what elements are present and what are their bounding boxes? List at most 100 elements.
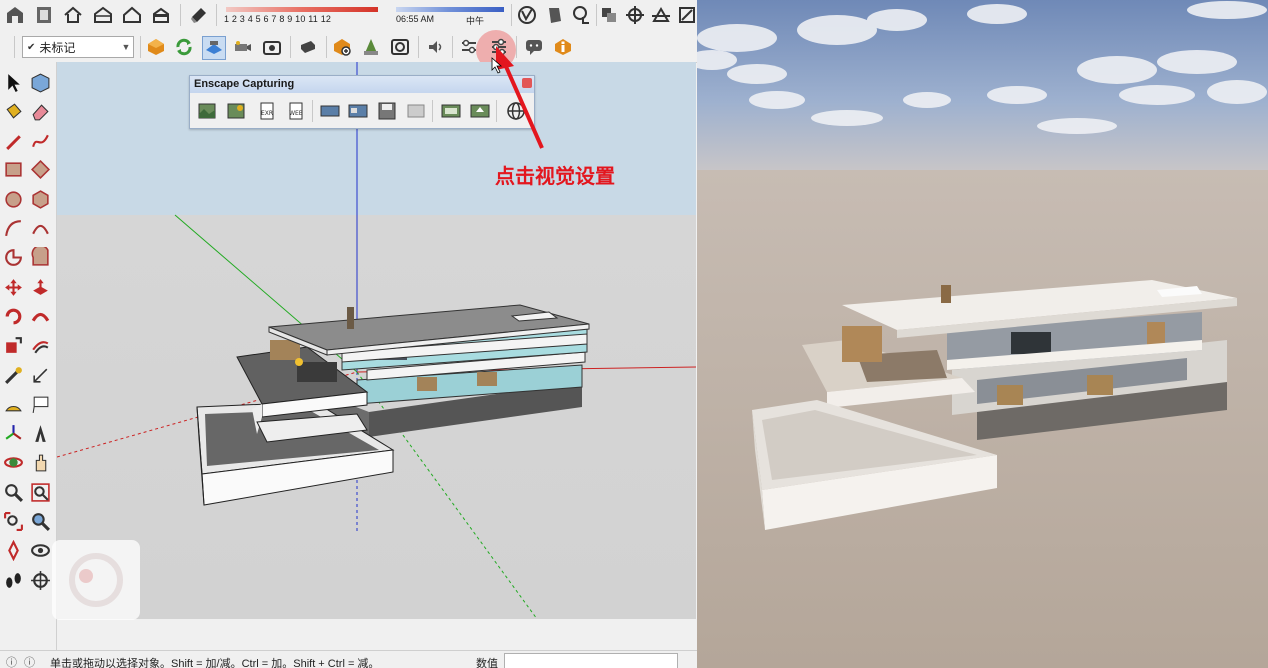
move-icon[interactable] — [1, 275, 25, 299]
validate-icon[interactable] — [516, 4, 538, 26]
toolbar-separator — [418, 36, 419, 58]
follow-me-icon[interactable] — [28, 304, 52, 328]
shadow-month-labels: 1 2 3 4 5 6 7 8 9 10 11 12 — [224, 14, 332, 24]
house-side-icon[interactable] — [150, 4, 172, 26]
enscape-asset-library-icon[interactable] — [331, 36, 353, 58]
pie-icon[interactable] — [1, 246, 25, 270]
toolbar-separator — [312, 100, 313, 122]
warehouse-icon[interactable] — [4, 4, 26, 26]
house-outline-icon[interactable] — [121, 4, 143, 26]
tape-measure-icon[interactable] — [1, 363, 25, 387]
rectangle-icon[interactable] — [1, 158, 25, 182]
enscape-material-icon[interactable] — [360, 36, 382, 58]
pan-icon[interactable] — [28, 451, 52, 475]
enscape-render-window[interactable] — [697, 0, 1268, 668]
freehand-icon[interactable] — [28, 129, 52, 153]
model-viewport[interactable] — [57, 62, 696, 619]
offset-icon[interactable] — [28, 334, 52, 358]
section-display-icon[interactable] — [676, 4, 697, 26]
toolbar-separator — [216, 4, 217, 26]
save-view-icon[interactable] — [376, 100, 398, 122]
shadow-month-track[interactable] — [226, 7, 378, 12]
zoom-icon[interactable] — [1, 480, 25, 504]
shadow-time-mid: 中午 — [466, 16, 485, 26]
batch-render-icon[interactable] — [225, 100, 247, 122]
rotated-rectangle-icon[interactable] — [28, 158, 52, 182]
enscape-screenshot-icon[interactable] — [261, 36, 283, 58]
extension-warehouse-icon[interactable] — [33, 4, 55, 26]
panorama-gallery-icon[interactable] — [440, 100, 462, 122]
dimension-icon[interactable] — [28, 363, 52, 387]
export-web-icon[interactable]: WEB — [285, 100, 307, 122]
toolbar-separator — [180, 4, 181, 26]
enscape-sync-views-icon[interactable] — [202, 36, 226, 60]
3d-text-icon[interactable] — [28, 422, 52, 446]
section-fill-icon[interactable] — [650, 4, 672, 26]
panorama-stereo-icon[interactable] — [347, 100, 369, 122]
tool-palette — [0, 62, 57, 650]
enscape-video-icon[interactable] — [297, 36, 319, 58]
house-front-icon[interactable] — [92, 4, 114, 26]
watermark-logo — [52, 540, 140, 620]
eraser-icon[interactable] — [28, 99, 52, 123]
checkmark-icon: ✔ — [27, 41, 36, 53]
shadow-month-slider[interactable]: 1 2 3 4 5 6 7 8 9 10 11 12 — [222, 4, 382, 28]
polygon-icon[interactable] — [28, 187, 52, 211]
chevron-down-icon: ▼ — [121, 42, 131, 52]
sketchup-model-drawing — [57, 62, 696, 619]
export-exr-icon[interactable]: EXR — [256, 100, 278, 122]
rendered-scene — [697, 0, 1268, 668]
zoom-window-icon[interactable] — [28, 480, 52, 504]
solid-inspector-icon[interactable] — [544, 4, 566, 26]
enscape-camera-icon[interactable] — [231, 36, 253, 58]
annotation-text: 点击视觉设置 — [495, 164, 615, 188]
scale-icon[interactable] — [1, 334, 25, 358]
paint-bucket-icon[interactable] — [1, 99, 25, 123]
rotate-icon[interactable] — [1, 304, 25, 328]
house-icon[interactable] — [62, 4, 84, 26]
shadows-toggle-icon[interactable] — [188, 4, 210, 26]
shadow-time-slider[interactable]: 06:55 AM 中午 — [396, 4, 506, 28]
shadow-time-track[interactable] — [396, 7, 504, 12]
protractor-icon[interactable] — [1, 392, 25, 416]
view-management-icon[interactable] — [405, 100, 427, 122]
sandbox-icon[interactable] — [570, 4, 592, 26]
text-icon[interactable] — [28, 392, 52, 416]
section-plane-icon[interactable] — [28, 568, 52, 592]
walk-icon[interactable] — [1, 568, 25, 592]
top-toolbar: 1 2 3 4 5 6 7 8 9 10 11 12 06:55 AM 中午 — [0, 0, 697, 33]
select-arrow-icon[interactable] — [1, 70, 25, 94]
arc-2point-icon[interactable] — [28, 246, 52, 270]
pencil-line-icon[interactable] — [1, 129, 25, 153]
position-camera-icon[interactable] — [1, 539, 25, 563]
section-cut-icon[interactable] — [624, 4, 646, 26]
axes-icon[interactable] — [1, 422, 25, 446]
info-icon[interactable]: ⓘ — [6, 654, 17, 668]
measurements-input[interactable] — [504, 653, 678, 668]
push-pull-icon[interactable] — [28, 275, 52, 299]
make-component-icon[interactable] — [28, 70, 52, 94]
sketchup-window: 1 2 3 4 5 6 7 8 9 10 11 12 06:55 AM 中午 ✔… — [0, 0, 697, 668]
toolbar-separator — [290, 36, 291, 58]
components-icon[interactable] — [598, 4, 620, 26]
enscape-sound-icon[interactable] — [425, 36, 447, 58]
render-image-icon[interactable] — [196, 100, 218, 122]
tag-dropdown[interactable]: ✔ 未标记 ▼ — [22, 36, 134, 58]
enscape-vr-icon[interactable] — [389, 36, 411, 58]
toolbar-separator — [511, 4, 512, 26]
previous-view-icon[interactable] — [28, 510, 52, 534]
circle-icon[interactable] — [1, 187, 25, 211]
look-around-icon[interactable] — [28, 539, 52, 563]
svg-text:WEB: WEB — [289, 110, 303, 117]
panorama-icon[interactable] — [319, 100, 341, 122]
zoom-extents-icon[interactable] — [1, 510, 25, 534]
arc-3point-icon[interactable] — [28, 217, 52, 241]
toolbar-separator — [326, 36, 327, 58]
orbit-icon[interactable] — [1, 451, 25, 475]
enscape-live-update-icon[interactable] — [173, 36, 195, 58]
help-icon[interactable]: ⓘ — [24, 654, 35, 668]
shadow-time-start: 06:55 AM — [396, 14, 435, 24]
toolbar-separator — [596, 4, 597, 26]
enscape-start-icon[interactable] — [145, 36, 167, 58]
arc-icon[interactable] — [1, 217, 25, 241]
